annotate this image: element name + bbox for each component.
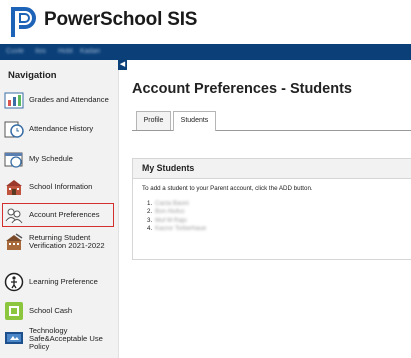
sidebar-item-attendance-history[interactable]: Attendance History xyxy=(4,119,112,139)
sidebar-item-label: Grades and Attendance xyxy=(29,95,109,104)
powerschool-logo-icon xyxy=(11,7,36,37)
tab-students[interactable]: Students xyxy=(173,111,216,131)
attendance-clock-icon xyxy=(4,121,24,138)
page-title: Account Preferences - Students xyxy=(132,81,352,97)
sidebar-item-school-information[interactable]: School Information xyxy=(4,177,112,197)
sidebar-item-label: School Cash xyxy=(29,306,73,315)
tab-profile[interactable]: Profile xyxy=(136,111,171,130)
student-number: 3. xyxy=(147,216,153,224)
navigation-sidebar: Navigation Grades and Attendance Attenda… xyxy=(0,60,119,358)
school-cash-icon xyxy=(5,302,23,320)
tab-bar: Profile Students xyxy=(132,111,411,131)
sidebar-item-label: Account Preferences xyxy=(29,210,100,219)
account-people-icon xyxy=(5,208,23,224)
grades-chart-icon xyxy=(4,92,24,109)
sidebar-item-label: Returning Student Verification 2021-2022 xyxy=(29,233,105,250)
my-students-panel: My Students To add a student to your Par… xyxy=(132,158,411,260)
sidebar-item-label: My Schedule xyxy=(29,154,73,163)
main-content: Account Preferences - Students Profile S… xyxy=(128,60,411,358)
list-item: 3. Muf M Rajo xyxy=(147,217,206,225)
navigation-heading: Navigation xyxy=(8,70,57,81)
student-number: 2. xyxy=(147,208,153,216)
top-nav-link[interactable]: Ilos xyxy=(35,47,46,56)
sidebar-item-my-schedule[interactable]: My Schedule xyxy=(4,149,112,169)
student-name[interactable]: Bon Alufus xyxy=(155,208,185,216)
app-header: PowerSchool SIS xyxy=(0,0,411,44)
sidebar-item-technology-policy[interactable]: Technology Safe&Acceptable Use Policy xyxy=(4,327,112,351)
list-item: 2. Bon Alufus xyxy=(147,208,206,216)
technology-policy-icon xyxy=(5,332,23,344)
panel-title: My Students xyxy=(133,159,411,179)
list-item: 4. Kacror Torberhaue xyxy=(147,225,206,233)
add-student-instructions: To add a student to your Parent account,… xyxy=(142,185,313,192)
student-name[interactable]: Kacror Torberhaue xyxy=(155,225,206,233)
school-building-icon xyxy=(6,180,22,195)
verification-school-icon xyxy=(6,233,23,250)
top-nav-link[interactable]: Hobt xyxy=(58,47,73,56)
sidebar-item-label: Technology Safe&Acceptable Use Policy xyxy=(29,326,103,351)
top-nav-link[interactable]: Kadan xyxy=(80,47,100,56)
sidebar-item-label: Learning Preference xyxy=(29,277,98,286)
app-title: PowerSchool SIS xyxy=(44,9,198,30)
top-nav-link[interactable]: Cuvle xyxy=(6,47,24,56)
sidebar-item-learning-preference[interactable]: Learning Preference xyxy=(4,272,112,292)
sidebar-item-grades-attendance[interactable]: Grades and Attendance xyxy=(4,90,112,110)
student-number: 4. xyxy=(147,224,153,232)
learning-preference-icon xyxy=(4,272,24,292)
sidebar-toggle-button[interactable]: ◀ xyxy=(118,60,127,70)
sidebar-item-label: School Information xyxy=(29,182,93,191)
schedule-calendar-icon xyxy=(4,152,23,168)
student-name[interactable]: Cacta Baoni xyxy=(155,200,189,208)
top-nav-bar: Cuvle Ilos Hobt Kadan xyxy=(0,44,411,60)
sidebar-item-school-cash[interactable]: School Cash xyxy=(4,301,112,321)
student-name[interactable]: Muf M Rajo xyxy=(155,217,187,225)
sidebar-item-label: Attendance History xyxy=(29,124,94,133)
sidebar-item-returning-student-verification[interactable]: Returning Student Verification 2021-2022 xyxy=(4,232,112,252)
student-number: 1. xyxy=(147,200,153,207)
list-item: 1. Cacta Baoni xyxy=(147,200,206,208)
student-list: 1. Cacta Baoni 2. Bon Alufus 3. Muf M Ra… xyxy=(147,200,206,233)
sidebar-item-account-preferences[interactable]: Account Preferences xyxy=(2,203,114,227)
